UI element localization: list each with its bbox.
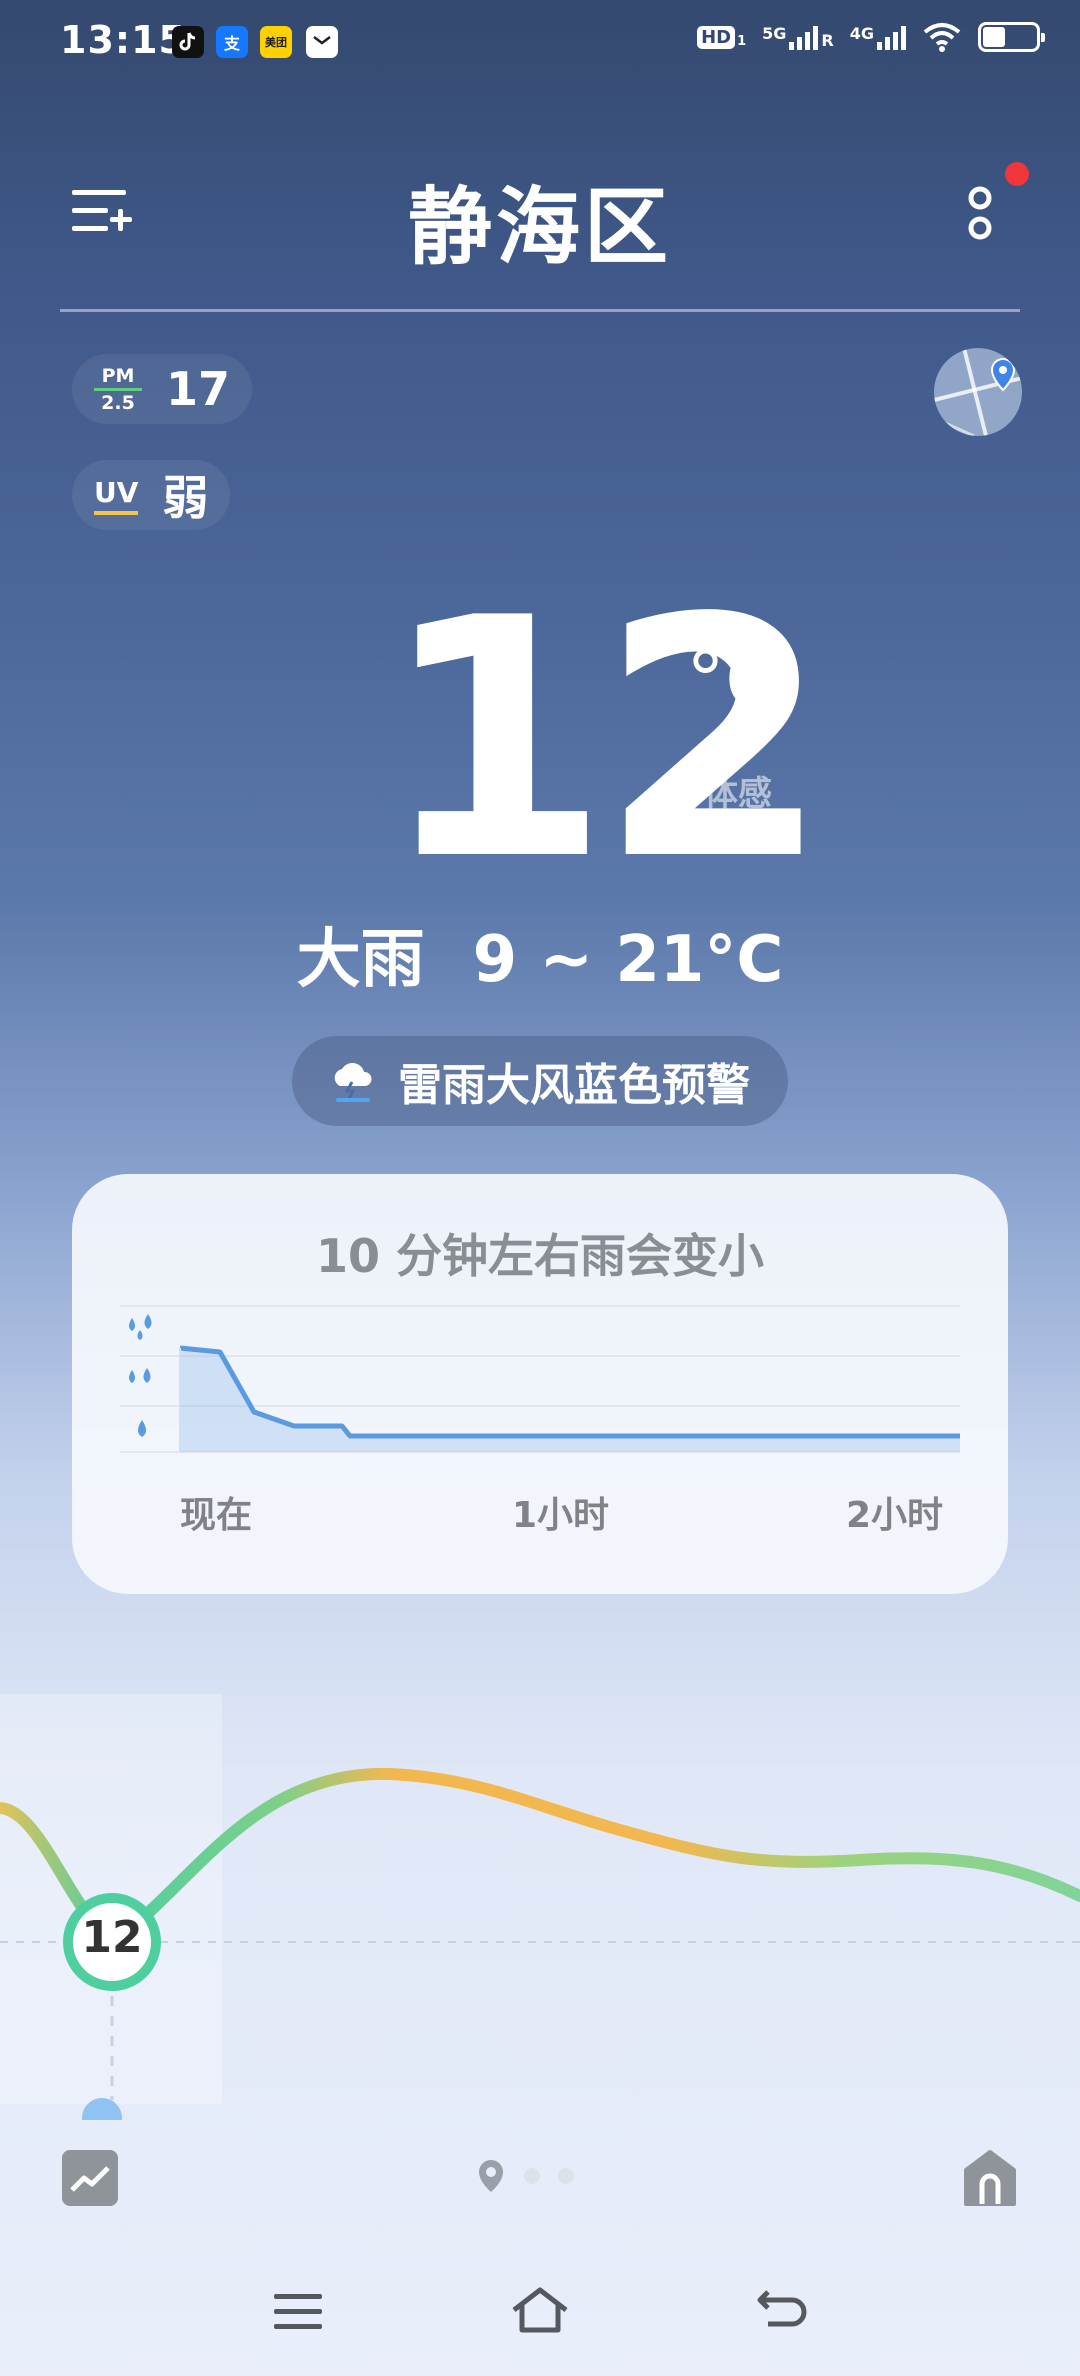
roaming-label: R	[821, 31, 834, 50]
alipay-icon: 支	[216, 26, 248, 58]
map-button[interactable]	[934, 348, 1022, 436]
rain-level-icons	[129, 1314, 152, 1437]
notification-dot	[1005, 162, 1029, 186]
pm-label-bottom: 2.5	[101, 391, 135, 414]
status-indicators: HD 1 5G R 4G	[697, 22, 1045, 52]
home-icon[interactable]	[510, 2286, 570, 2334]
header-divider	[60, 309, 1020, 312]
signal-5g: 5G R	[762, 24, 834, 50]
pm25-pill[interactable]: PM 2.5 17	[72, 354, 253, 424]
menu-icon[interactable]	[274, 2292, 322, 2332]
page-indicator	[476, 2158, 574, 2194]
uv-value: 弱	[162, 471, 209, 525]
hd-label: HD	[697, 25, 736, 49]
weather-condition: 大雨	[296, 923, 425, 997]
tiktok-icon	[172, 26, 204, 58]
temperature-range: 9 ~ 21°C	[472, 923, 784, 997]
trend-chart-button[interactable]	[62, 2150, 118, 2206]
uv-icon: UV	[94, 476, 139, 515]
current-temp-badge: 12	[81, 1912, 143, 1963]
rain-forecast-card[interactable]: 10 分钟左右雨会变小 现在 1小时 2小时	[72, 1174, 1008, 1594]
weather-alert[interactable]: 雷雨大风蓝色预警	[292, 1036, 788, 1126]
more-options-icon[interactable]	[960, 182, 1000, 246]
trend-line-icon	[70, 2166, 110, 2192]
rain-axis-2h: 2小时	[846, 1495, 944, 1536]
meituan-icon: 美团	[260, 26, 292, 58]
map-location-icon	[934, 348, 1022, 436]
feels-like-label: 体感	[704, 774, 772, 814]
hd-sub: 1	[737, 33, 747, 49]
city-title: 静海区	[407, 178, 672, 276]
uv-pill[interactable]: UV 弱	[72, 460, 231, 530]
location-pin-icon	[479, 2160, 503, 2192]
rain-axis-now: 现在	[180, 1495, 253, 1536]
alert-text: 雷雨大风蓝色预警	[398, 1060, 750, 1111]
pm25-value: 17	[166, 362, 231, 416]
system-nav-bar	[0, 2250, 1080, 2376]
page-dot[interactable]	[558, 2168, 574, 2184]
signal-4g: 4G	[850, 24, 906, 50]
temperature-unit: °C	[686, 636, 780, 726]
meituan-label: 美团	[265, 36, 287, 49]
hd-indicator: HD 1	[697, 25, 747, 49]
mail-icon	[306, 26, 338, 58]
net2-label: 4G	[849, 24, 874, 43]
status-bar: 13:15 支 美团 HD 1 5G R 4G	[0, 0, 1080, 86]
battery-icon	[978, 22, 1045, 52]
pm-label-top: PM	[101, 364, 135, 387]
feels-like-value: 6°C	[704, 818, 774, 859]
rain-axis-1h: 1小时	[512, 1495, 610, 1536]
page-dot[interactable]	[524, 2168, 540, 2184]
back-icon[interactable]	[754, 2286, 808, 2334]
home-card-icon[interactable]	[962, 2148, 1018, 2208]
status-time: 13:15	[60, 18, 186, 62]
signal-bars-icon	[789, 24, 819, 50]
wifi-icon	[923, 23, 961, 52]
storm-alert-icon	[334, 1063, 372, 1102]
signal-bars-icon	[877, 24, 906, 50]
pm25-icon: PM 2.5	[94, 365, 142, 414]
net1-label: 5G	[762, 24, 787, 43]
hourly-temperature-curve[interactable]	[0, 1700, 1080, 2120]
condition-line: 大雨 9 ~ 21°C	[0, 908, 1080, 1000]
alipay-label: 支	[223, 34, 240, 53]
